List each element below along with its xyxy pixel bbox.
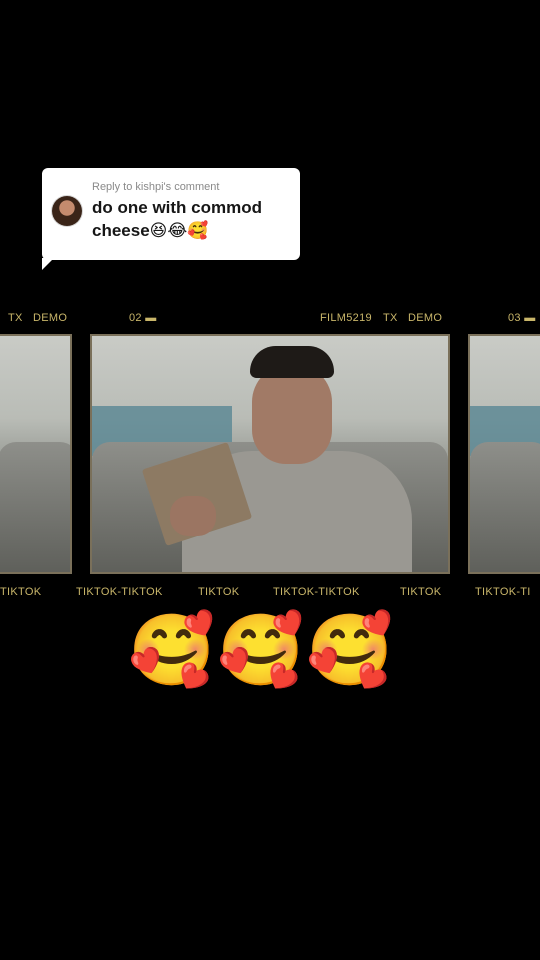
film-frame-right [468, 334, 540, 574]
film-label: TIKTOK-TIKTOK [273, 586, 360, 598]
film-label: TIKTOK [400, 586, 442, 598]
reply-header: Reply to kishpi's comment [92, 181, 220, 193]
hand-shape [170, 496, 216, 536]
person-figure [182, 346, 412, 572]
film-label: TIKTOK-TI [475, 586, 531, 598]
emoji-row: 🥰 🥰 🥰 [128, 608, 394, 692]
film-label: TIKTOK-TIKTOK [76, 586, 163, 598]
film-bottom-labels: TIKTOK TIKTOK-TIKTOK TIKTOK TIKTOK-TIKTO… [0, 586, 540, 604]
film-label: TIKTOK [198, 586, 240, 598]
couch-shape [470, 442, 540, 572]
smiling-face-hearts-icon: 🥰 [306, 611, 394, 689]
film-label: 02 ▬ [129, 312, 157, 324]
avatar[interactable] [52, 196, 82, 226]
film-label: FILM5219 [320, 312, 372, 324]
reply-comment-text: do one with commod cheese😆😂🥰 [92, 198, 262, 240]
film-label: 03 ▬ [508, 312, 536, 324]
film-strip: TX DEMO 02 ▬ FILM5219 TX DEMO 03 ▬ TIKTO… [0, 306, 540, 610]
reply-comment-sticker[interactable]: Reply to kishpi's comment do one with co… [42, 168, 300, 270]
smiling-face-hearts-icon: 🥰 [217, 611, 305, 689]
film-frame-video[interactable] [90, 334, 450, 574]
film-top-labels: TX DEMO 02 ▬ FILM5219 TX DEMO 03 ▬ [0, 312, 540, 330]
film-label: DEMO [408, 312, 443, 324]
film-frame-left [0, 334, 72, 574]
film-label: TX [8, 312, 23, 324]
film-label: TIKTOK [0, 586, 42, 598]
film-label: TX [383, 312, 398, 324]
smiling-face-hearts-icon: 🥰 [128, 611, 216, 689]
couch-shape [0, 442, 70, 572]
film-label: DEMO [33, 312, 68, 324]
reply-body: do one with commod cheese😆😂🥰 [52, 196, 290, 242]
